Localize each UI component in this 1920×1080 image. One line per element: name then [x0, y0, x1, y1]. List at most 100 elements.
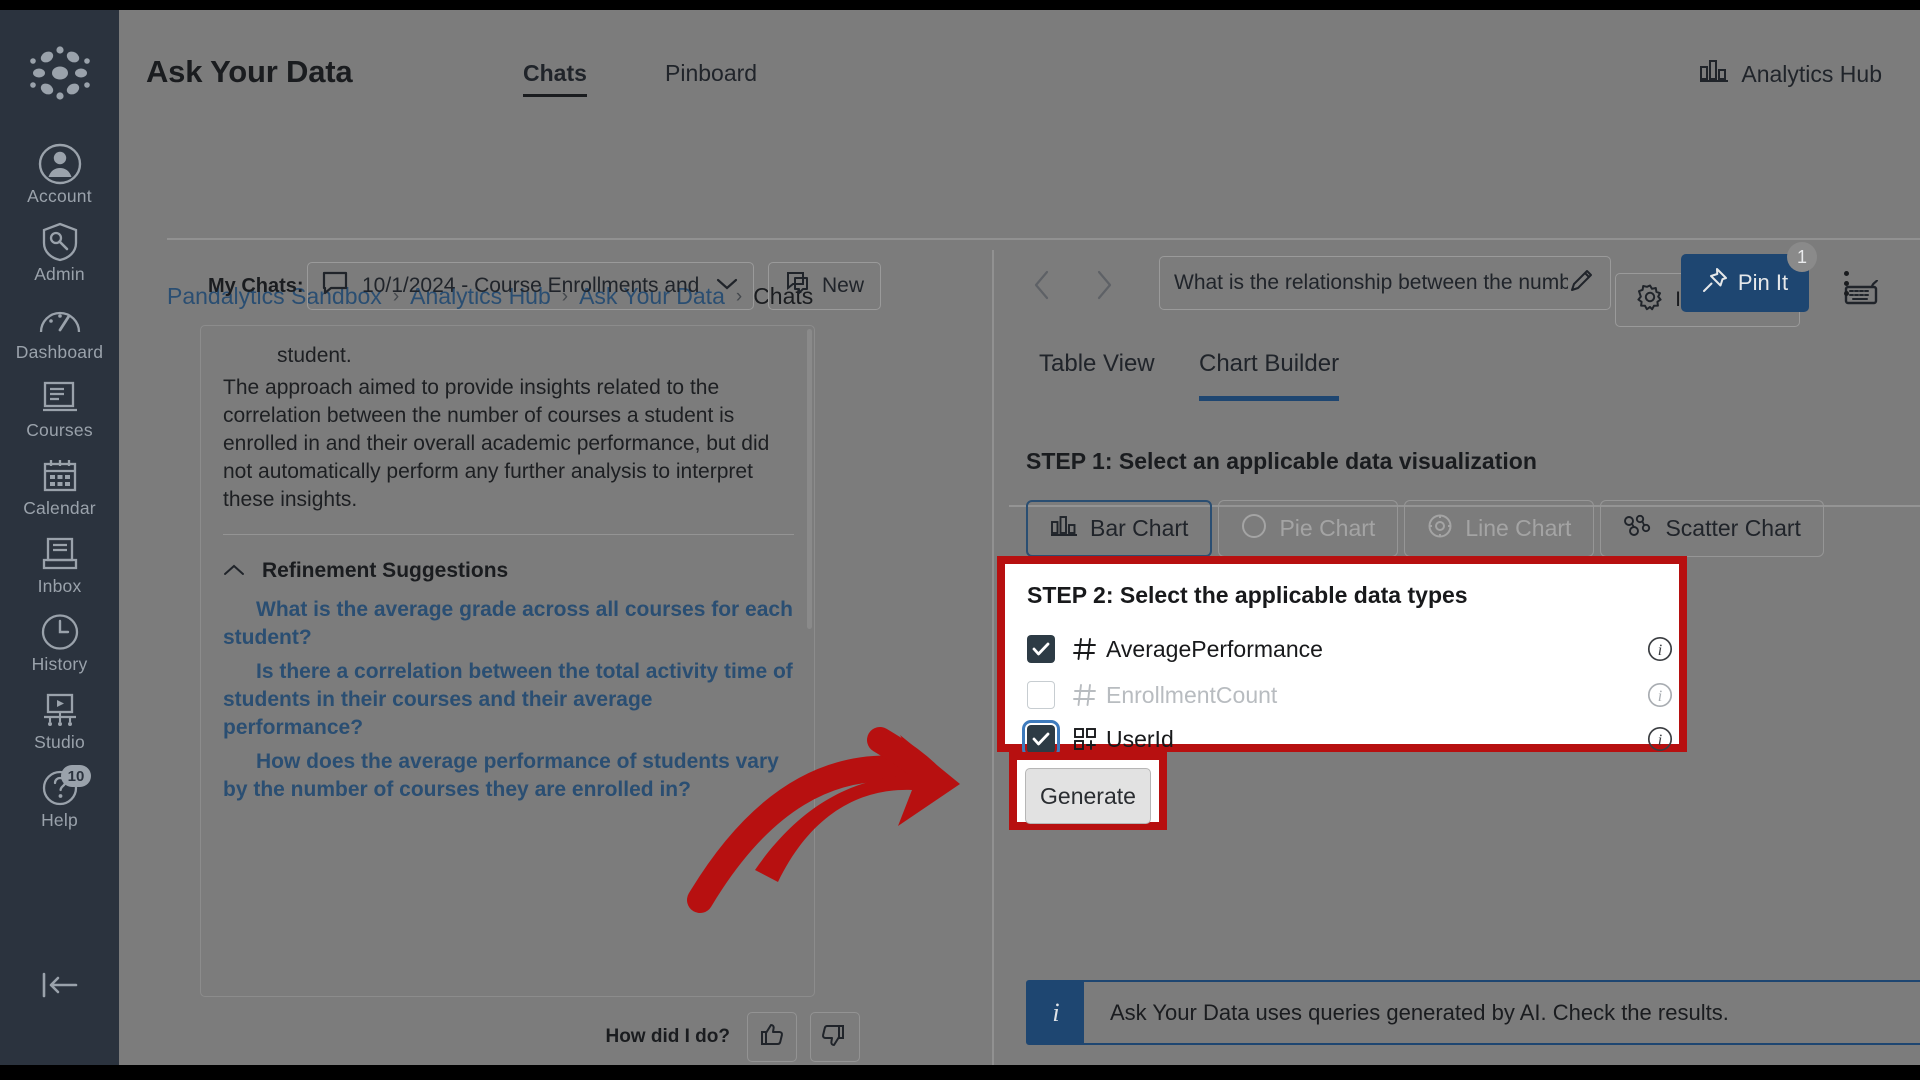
hash-number-icon — [1068, 636, 1102, 662]
sidebar-item-inbox[interactable]: Inbox — [0, 525, 119, 603]
hash-number-icon — [1068, 682, 1102, 708]
step2-title: STEP 2: Select the applicable data types — [1027, 582, 1468, 608]
tab-table-view[interactable]: Table View — [1039, 350, 1155, 396]
chevron-left-icon — [1033, 269, 1051, 306]
previous-question-button[interactable] — [1029, 267, 1055, 307]
sidebar-item-studio[interactable]: Studio — [0, 681, 119, 759]
chart-type-label: Bar Chart — [1090, 515, 1189, 541]
calendar-icon — [42, 456, 78, 496]
response-scrollbar-thumb[interactable] — [807, 329, 812, 629]
chevron-up-icon — [223, 557, 245, 585]
ai-disclaimer-text: Ask Your Data uses queries generated by … — [1110, 999, 1729, 1025]
pin-icon — [1702, 267, 1728, 299]
speech-bubble-icon — [322, 271, 348, 301]
checkbox-userid[interactable] — [1022, 720, 1060, 758]
inbox-icon — [41, 534, 79, 574]
sidebar-item-label: Admin — [34, 264, 85, 284]
selected-chat-value: 10/1/2024 - Course Enrollments and Stu — [362, 274, 701, 297]
info-circle-icon[interactable]: i — [1647, 636, 1673, 662]
gauge-icon — [38, 300, 82, 340]
generate-highlight-box: Generate — [1009, 752, 1167, 830]
data-type-row[interactable]: AveragePerformance i — [1027, 626, 1673, 672]
pin-count-badge: 1 — [1787, 242, 1817, 272]
response-truncated-line: student. — [277, 344, 352, 367]
analytics-hub-link[interactable]: Analytics Hub — [1699, 58, 1882, 90]
scatter-chart-icon — [1623, 514, 1653, 544]
chart-type-pie: Pie Chart — [1218, 500, 1399, 557]
pie-chart-icon — [1241, 513, 1267, 545]
canvas-logo[interactable] — [25, 44, 95, 107]
sidebar-item-label: Inbox — [37, 576, 82, 596]
thumbs-down-icon — [821, 1021, 849, 1054]
analytics-hub-label: Analytics Hub — [1741, 60, 1882, 87]
new-chat-label: New — [822, 274, 865, 297]
tab-chart-builder[interactable]: Chart Builder — [1199, 350, 1340, 401]
response-divider — [223, 533, 794, 535]
app-frame: Ask Your Data Chats Pinboard Analytics H… — [119, 10, 1920, 1065]
refinement-suggestion[interactable]: Is there a correlation between the total… — [223, 658, 794, 742]
checkbox-averageperformance[interactable] — [1027, 635, 1055, 663]
thumbs-up-icon — [758, 1021, 786, 1054]
refinement-heading-label: Refinement Suggestions — [262, 558, 509, 582]
refinement-suggestion[interactable]: How does the average performance of stud… — [223, 748, 794, 804]
user-circle-icon — [38, 143, 82, 185]
pin-it-label: Pin It — [1737, 270, 1789, 295]
svg-text:i: i — [1658, 688, 1662, 705]
sidebar-item-label: Dashboard — [15, 342, 104, 362]
collapse-left-icon — [38, 970, 82, 1005]
chart-type-bar[interactable]: Bar Chart — [1026, 500, 1213, 557]
sidebar-item-admin[interactable]: Admin — [0, 213, 119, 291]
breadcrumb-row: Pandalytics Sandbox › Analytics Hub › As… — [119, 118, 1920, 327]
bar-chart-icon — [1050, 514, 1078, 544]
more-options-icon[interactable] — [1831, 260, 1861, 306]
book-icon — [41, 378, 79, 418]
line-chart-icon — [1427, 513, 1453, 545]
pencil-icon[interactable] — [1568, 266, 1596, 300]
my-chats-controls: 10/1/2024 - Course Enrollments and Stu N… — [307, 262, 882, 310]
thumbs-up-button[interactable] — [747, 1012, 797, 1062]
ai-disclaimer: i Ask Your Data uses queries generated b… — [1026, 980, 1920, 1045]
chart-type-options: Bar Chart Pie Chart Line Chart Scatter C… — [1026, 500, 1824, 557]
chart-type-scatter[interactable]: Scatter Chart — [1600, 500, 1824, 557]
chat-select-dropdown[interactable]: 10/1/2024 - Course Enrollments and Stu — [307, 262, 754, 310]
result-panel: What is the relationship between the num… — [997, 242, 1920, 1065]
refinement-suggestions-header[interactable]: Refinement Suggestions — [223, 557, 794, 585]
sidebar-item-history[interactable]: History — [0, 603, 119, 681]
chart-type-label: Pie Chart — [1279, 515, 1376, 541]
refinement-suggestion[interactable]: What is the average grade across all cou… — [223, 596, 794, 652]
sidebar-item-courses[interactable]: Courses — [0, 369, 119, 447]
bar-chart-icon — [1699, 58, 1729, 90]
thumbs-down-button[interactable] — [810, 1012, 860, 1062]
tab-chats[interactable]: Chats — [523, 60, 587, 97]
data-type-label: UserId — [1106, 725, 1174, 752]
sidebar-item-calendar[interactable]: Calendar — [0, 447, 119, 525]
svg-text:i: i — [1658, 732, 1662, 749]
sidebar-item-account[interactable]: Account — [0, 135, 119, 213]
sidebar-item-help[interactable]: 10 Help — [0, 759, 119, 837]
generate-button[interactable]: Generate — [1025, 768, 1151, 824]
shield-wrench-icon — [41, 222, 79, 262]
info-italic-icon: i — [1028, 982, 1084, 1043]
question-input[interactable]: What is the relationship between the num… — [1159, 256, 1611, 310]
studio-icon — [40, 690, 80, 730]
column-divider — [992, 250, 994, 1065]
sidebar-item-label: Studio — [34, 732, 85, 752]
page-title: Ask Your Data — [146, 54, 353, 89]
sidebar-item-dashboard[interactable]: Dashboard — [0, 291, 119, 369]
tab-pinboard[interactable]: Pinboard — [665, 60, 757, 94]
sidebar-item-label: Account — [27, 186, 92, 206]
new-chat-button[interactable]: New — [768, 262, 882, 310]
chart-type-label: Line Chart — [1465, 515, 1572, 541]
dimension-icon — [1068, 726, 1102, 752]
info-circle-icon[interactable]: i — [1647, 726, 1673, 752]
question-text: What is the relationship between the num… — [1174, 271, 1568, 294]
step2-highlight-box: STEP 2: Select the applicable data types… — [997, 556, 1687, 758]
question-navigation — [1029, 267, 1117, 307]
info-circle-icon[interactable]: i — [1647, 682, 1673, 708]
next-question-button[interactable] — [1091, 267, 1117, 307]
global-navigation: Account Admin Dashboard Courses Calendar — [0, 10, 119, 1065]
new-chat-icon — [785, 271, 811, 301]
collapse-nav-button[interactable] — [0, 970, 119, 1005]
sidebar-item-label: Help — [41, 810, 78, 830]
data-type-row: EnrollmentCount i — [1027, 672, 1673, 718]
